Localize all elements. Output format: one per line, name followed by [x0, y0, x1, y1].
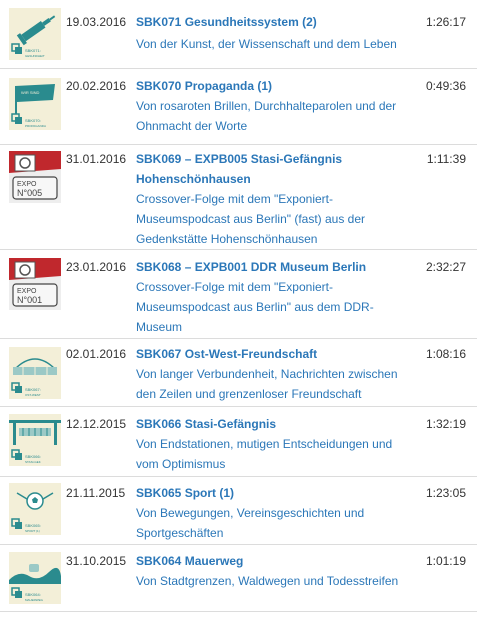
episode-duration: 2:32:27 [425, 260, 466, 274]
episode-thumbnail[interactable]: SBK071: GESUNDHEIT [9, 8, 61, 60]
episode-thumbnail[interactable]: SBK064: MAUERWEG [9, 552, 61, 604]
episode-row-sbk065[interactable]: SBK065: SPORT (1) 21.11.2015 SBK065 Spor… [0, 477, 477, 545]
episode-description[interactable]: Von der Kunst, der Wissenschaft und dem … [136, 34, 411, 54]
episode-row-sbk066[interactable]: SBK066: STASI-GEF. 12.12.2015 SBK066 Sta… [0, 407, 477, 477]
episode-title-link[interactable]: SBK070 Propaganda (1) [136, 76, 406, 96]
svg-text:MAUERWEG: MAUERWEG [25, 598, 44, 602]
episode-duration: 1:26:17 [425, 15, 466, 29]
svg-text:SBK065:: SBK065: [25, 523, 41, 528]
episode-thumbnail[interactable]: SBK067: OST-WEST [9, 347, 61, 399]
svg-text:EXPO: EXPO [17, 288, 37, 295]
episode-date: 02.01.2016 [66, 347, 127, 361]
episode-title-link[interactable]: SBK068 – EXPB001 DDR Museum Berlin [136, 257, 406, 277]
wall-arch-icon: SBK067: OST-WEST [9, 347, 61, 399]
episode-row-sbk064[interactable]: SBK064: MAUERWEG 31.10.2015 SBK064 Mauer… [0, 545, 477, 612]
episode-date: 31.01.2016 [66, 152, 127, 166]
svg-text:WIR SIND: WIR SIND [21, 90, 40, 95]
episode-description[interactable]: Crossover-Folge mit dem "Exponiert-Museu… [136, 277, 411, 337]
episode-date: 31.10.2015 [66, 554, 127, 568]
expo-podcast-logo-icon: EXPO N°005 [9, 151, 61, 203]
episode-title-link[interactable]: SBK065 Sport (1) [136, 483, 406, 503]
episode-duration: 0:49:36 [425, 79, 466, 93]
episode-date: 21.11.2015 [66, 486, 126, 500]
svg-text:SBK071:: SBK071: [25, 48, 41, 53]
episode-row-sbk069[interactable]: EXPO N°005 31.01.2016 SBK069 – EXPB005 S… [0, 145, 477, 250]
episode-description[interactable]: Crossover-Folge mit dem "Exponiert-Museu… [136, 189, 411, 249]
episode-date: 19.03.2016 [66, 15, 127, 29]
svg-text:PROPAGANDA: PROPAGANDA [25, 124, 46, 128]
svg-text:SBK064:: SBK064: [25, 592, 41, 597]
svg-text:SBK070:: SBK070: [25, 118, 41, 123]
episode-thumbnail[interactable]: EXPO N°005 [9, 151, 61, 203]
episode-description[interactable]: Von Endstationen, mutigen Entscheidungen… [136, 434, 411, 474]
episode-title-link[interactable]: SBK066 Stasi-Gefängnis [136, 414, 406, 434]
episode-thumbnail[interactable]: SBK065: SPORT (1) [9, 483, 61, 535]
episode-title-link[interactable]: SBK064 Mauerweg [136, 551, 406, 571]
episode-thumbnail[interactable]: EXPO N°001 [9, 258, 61, 310]
episode-duration: 1:08:16 [425, 347, 466, 361]
episode-thumbnail[interactable]: WIR SIND SBK070: PROPAGANDA [9, 78, 61, 130]
episode-title-link[interactable]: SBK067 Ost-West-Freundschaft [136, 344, 406, 364]
syringe-icon: SBK071: GESUNDHEIT [9, 8, 61, 60]
episode-row-sbk068[interactable]: EXPO N°001 23.01.2016 SBK068 – EXPB001 D… [0, 250, 477, 339]
svg-text:N°001: N°001 [17, 295, 42, 305]
episode-row-sbk067[interactable]: SBK067: OST-WEST 02.01.2016 SBK067 Ost-W… [0, 339, 477, 407]
episode-list: SBK071: GESUNDHEIT 19.03.2016 SBK071 Ges… [0, 0, 477, 612]
episode-row-sbk071[interactable]: SBK071: GESUNDHEIT 19.03.2016 SBK071 Ges… [0, 0, 477, 69]
episode-thumbnail[interactable]: SBK066: STASI-GEF. [9, 414, 61, 466]
episode-row-sbk070[interactable]: WIR SIND SBK070: PROPAGANDA 20.02.2016 S… [0, 69, 477, 145]
episode-duration: 1:32:19 [425, 417, 466, 431]
soccer-ball-icon: SBK065: SPORT (1) [9, 483, 61, 535]
episode-duration: 1:11:39 [426, 152, 466, 166]
svg-text:SBK067:: SBK067: [25, 387, 41, 392]
episode-duration: 1:01:19 [425, 554, 466, 568]
episode-date: 12.12.2015 [66, 417, 127, 431]
episode-description[interactable]: Von langer Verbundenheit, Nachrichten zw… [136, 364, 411, 404]
episode-title-link[interactable]: SBK069 – EXPB005 Stasi-Gefängnis Hohensc… [136, 149, 406, 189]
episode-description[interactable]: Von rosaroten Brillen, Durchhalteparolen… [136, 96, 411, 136]
svg-text:GESUNDHEIT: GESUNDHEIT [25, 54, 45, 58]
episode-title-link[interactable]: SBK071 Gesundheitssystem (2) [136, 12, 406, 32]
landscape-icon: SBK064: MAUERWEG [9, 552, 61, 604]
episode-description[interactable]: Von Bewegungen, Vereinsgeschichten und S… [136, 503, 411, 543]
episode-duration: 1:23:05 [425, 486, 466, 500]
svg-text:SBK066:: SBK066: [25, 454, 41, 459]
svg-text:OST-WEST: OST-WEST [25, 393, 41, 397]
svg-text:N°005: N°005 [17, 188, 42, 198]
prison-wall-icon: SBK066: STASI-GEF. [9, 414, 61, 466]
svg-text:SPORT (1): SPORT (1) [25, 529, 40, 533]
flag-icon: WIR SIND SBK070: PROPAGANDA [9, 78, 61, 130]
svg-text:EXPO: EXPO [17, 181, 37, 188]
svg-text:STASI-GEF.: STASI-GEF. [25, 460, 41, 464]
expo-podcast-logo-icon: EXPO N°001 [9, 258, 61, 310]
episode-description[interactable]: Von Stadtgrenzen, Waldwegen und Todesstr… [136, 571, 411, 591]
episode-date: 20.02.2016 [66, 79, 127, 93]
episode-date: 23.01.2016 [66, 260, 127, 274]
